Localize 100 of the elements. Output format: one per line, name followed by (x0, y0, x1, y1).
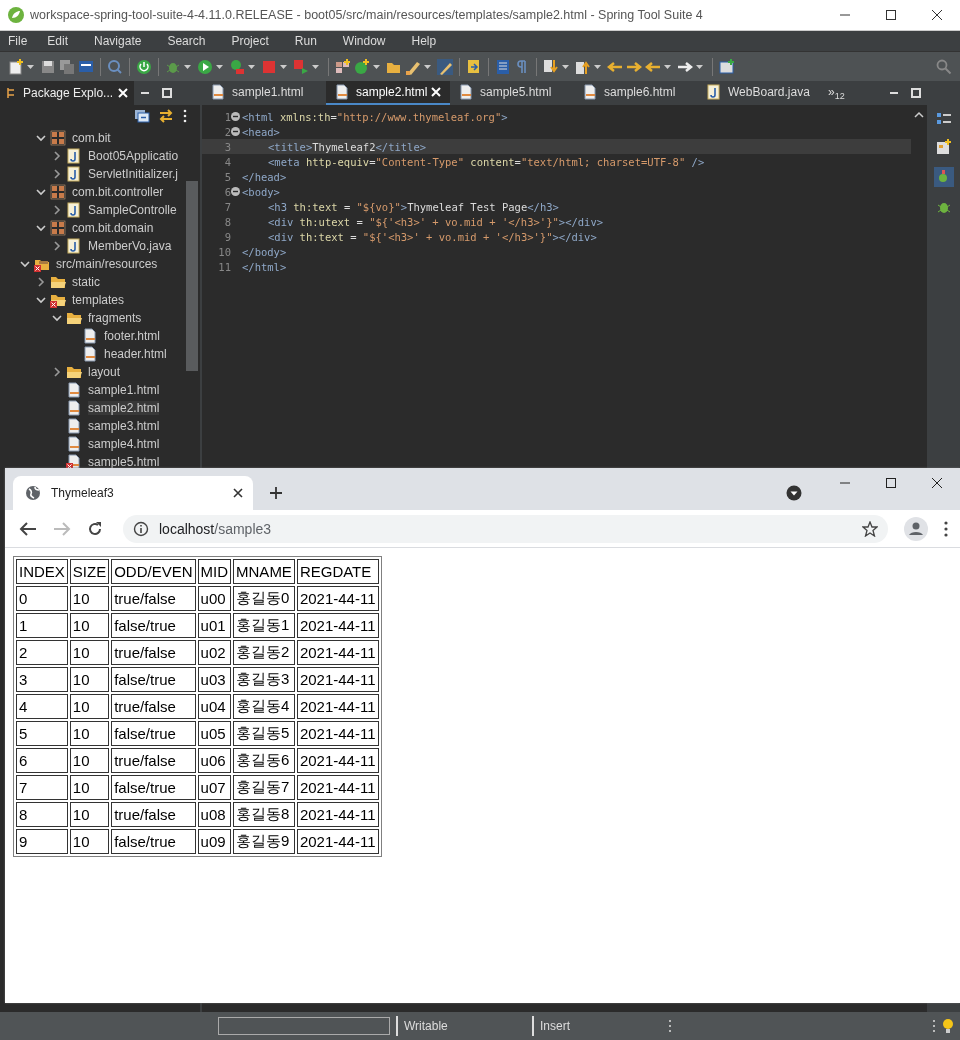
menu-item[interactable]: Navigate (88, 34, 150, 48)
chevron-down-icon[interactable] (36, 295, 46, 305)
maximize-icon[interactable] (885, 9, 897, 21)
chevron-right-icon[interactable] (52, 367, 62, 377)
task-list-icon[interactable] (935, 139, 952, 155)
dropdown-arrow-icon[interactable] (184, 64, 191, 69)
chevron-right-icon[interactable] (52, 205, 62, 215)
chevron-down-icon[interactable] (36, 187, 46, 197)
next-annotation-icon[interactable] (466, 58, 482, 75)
close-icon[interactable] (931, 9, 943, 21)
menu-item[interactable]: Window (336, 34, 394, 48)
outline-icon[interactable] (935, 111, 952, 127)
tree-item[interactable]: fragments (88, 311, 142, 325)
menu-item[interactable]: Run (288, 34, 325, 48)
close-icon[interactable] (931, 477, 943, 489)
table-cell: false/true (111, 667, 196, 692)
scroll-up-icon[interactable] (914, 111, 924, 119)
tree-item[interactable]: static (72, 275, 100, 289)
tree-item[interactable]: com.bit.domain (72, 221, 154, 235)
address-field[interactable]: localhost/sample3 (123, 514, 888, 543)
tree-item[interactable]: SampleControlle (88, 203, 177, 217)
tree-item[interactable]: sample4.html (0, 435, 184, 453)
more-icon[interactable] (182, 109, 188, 123)
dropdown-arrow-icon[interactable] (696, 64, 703, 69)
new-tab-icon[interactable] (269, 486, 283, 500)
window-icon[interactable] (719, 58, 735, 75)
menu-item[interactable]: Help (405, 34, 445, 48)
close-icon[interactable] (233, 488, 243, 498)
tree-item[interactable]: com.bit (72, 131, 111, 145)
dropdown-arrow-icon[interactable] (373, 64, 380, 69)
stop-server-icon[interactable] (293, 58, 309, 75)
editor-tab[interactable]: sample5.html (450, 81, 574, 105)
tree-item[interactable]: sample2.html (0, 399, 184, 417)
tree-item[interactable]: com.bit.controller (72, 185, 164, 199)
menu-item[interactable]: Search (161, 34, 214, 48)
run-icon[interactable] (197, 58, 213, 75)
collapse-icon[interactable] (231, 112, 240, 121)
browser-tab[interactable]: Thymeleaf3 (13, 476, 253, 510)
dropdown-arrow-icon[interactable] (312, 64, 319, 69)
tree-item[interactable]: sample3.html (0, 417, 184, 435)
profile-icon[interactable] (904, 516, 928, 541)
dropdown-icon[interactable] (786, 485, 802, 501)
chevron-right-icon[interactable] (52, 151, 62, 161)
menu-item[interactable]: File (2, 34, 36, 48)
tree-item[interactable]: layout (88, 365, 121, 379)
editor-tab[interactable]: sample6.html (574, 81, 698, 105)
editor-tab[interactable]: sample2.html (326, 81, 450, 105)
dropdown-arrow-icon[interactable] (594, 64, 601, 69)
tree-item[interactable]: src/main/resources (56, 257, 158, 271)
down-arrow-icon[interactable] (543, 58, 559, 75)
tree-item[interactable]: header.html (0, 345, 184, 363)
document-icon[interactable] (495, 58, 511, 75)
tree-item[interactable]: footer.html (0, 327, 184, 345)
lightbulb-icon[interactable] (942, 1018, 954, 1034)
menu-item[interactable]: Edit (41, 34, 77, 48)
chevron-right-icon[interactable] (52, 241, 62, 251)
maximize-icon[interactable] (885, 477, 897, 489)
new-class-icon[interactable] (354, 58, 370, 75)
package-explorer-tab[interactable]: Package Explo... (0, 81, 135, 105)
chevron-down-icon[interactable] (36, 223, 46, 233)
run-server-icon[interactable] (229, 58, 245, 75)
tree-item[interactable]: templates (72, 293, 125, 307)
chevron-right-icon[interactable] (36, 277, 46, 287)
line-number: 9 (224, 230, 231, 243)
dropdown-arrow-icon[interactable] (664, 64, 671, 69)
power-icon[interactable] (136, 58, 152, 75)
editor-tab[interactable]: WebBoard.java (698, 81, 822, 105)
menu-item[interactable]: Project (225, 34, 277, 48)
dropdown-arrow-icon[interactable] (216, 64, 223, 69)
dropdown-arrow-icon[interactable] (424, 64, 431, 69)
reload-icon[interactable] (87, 520, 103, 537)
tree-item[interactable]: sample1.html (0, 381, 184, 399)
java-file-icon (66, 166, 82, 182)
tree-item[interactable]: ServletInitializer.j (88, 167, 179, 181)
collapse-all-icon[interactable] (134, 109, 150, 123)
link-arrows-icon[interactable] (158, 109, 174, 123)
overflow-tabs[interactable]: »$_{12}$ (822, 84, 851, 102)
save-icon[interactable] (40, 58, 56, 75)
back-icon[interactable] (19, 520, 37, 537)
chevron-down-icon[interactable] (52, 313, 62, 323)
table-cell: 2021-44-11 (296, 775, 379, 800)
new-project-icon[interactable] (335, 58, 351, 75)
new-file-icon[interactable] (8, 58, 24, 75)
info-icon[interactable] (133, 520, 149, 537)
star-icon[interactable] (862, 520, 878, 537)
table-cell: u09 (197, 829, 232, 854)
tree-item[interactable]: Boot05Applicatio (88, 149, 179, 163)
chevron-right-icon[interactable] (52, 169, 62, 179)
collapse-icon[interactable] (231, 127, 240, 136)
dropdown-arrow-icon[interactable] (248, 64, 255, 69)
tree-item[interactable]: MemberVo.java (88, 239, 172, 253)
editor-tab[interactable]: sample1.html (202, 81, 326, 105)
dropdown-arrow-icon[interactable] (27, 64, 34, 69)
chevron-down-icon[interactable] (20, 259, 30, 269)
highlighter-icon[interactable] (437, 58, 453, 75)
dropdown-arrow-icon[interactable] (562, 64, 569, 69)
collapse-icon[interactable] (231, 187, 240, 196)
menu-icon[interactable] (944, 520, 948, 537)
chevron-down-icon[interactable] (36, 133, 46, 143)
dropdown-arrow-icon[interactable] (280, 64, 287, 69)
